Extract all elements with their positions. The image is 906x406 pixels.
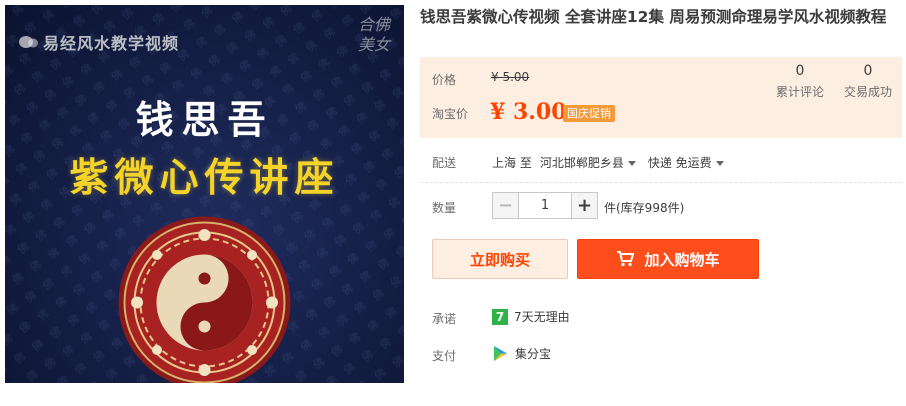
taobao-price-label: 淘宝价	[432, 107, 469, 121]
product-title: 钱思吾紫微心传视频 全套讲座12集 周易预测命理易学风水视频教程	[420, 8, 887, 26]
watermark-text: 易经风水教学视频	[43, 34, 180, 53]
seven-day-icon: 7	[492, 308, 508, 325]
buy-now-button[interactable]: 立即购买	[432, 239, 568, 279]
delivery-destination-select[interactable]: 河北邯郸肥乡县	[540, 154, 636, 171]
shipping-select[interactable]: 快递 免运费	[648, 154, 724, 171]
current-price: ¥ 3.00	[490, 99, 567, 125]
jifenbao-icon	[494, 346, 507, 361]
payment-label: 支付	[432, 349, 457, 363]
delivery-from: 上海 至	[492, 156, 532, 170]
reviews-stat[interactable]: 0 累计评论	[775, 63, 825, 100]
add-to-cart-button[interactable]: 加入购物车	[577, 239, 759, 279]
delivery-label: 配送	[432, 156, 457, 170]
product-image[interactable]: 佛 易经风水教学视频 合佛美女 钱思吾 紫微心传讲座	[5, 5, 404, 383]
stock-text: 件(库存998件)	[604, 201, 685, 215]
price-panel: 价格 ¥ 5.00 淘宝价 ¥ 3.00 国庆促销 0 累计评论 0 交易成功	[420, 57, 902, 138]
taiji-icon	[118, 216, 291, 383]
quantity-increase-button[interactable]: +	[571, 193, 597, 218]
watermark-logo: 易经风水教学视频	[19, 30, 179, 54]
payment-method: 集分宝	[515, 347, 552, 361]
promise-text: 7天无理由	[514, 310, 570, 324]
deals-count: 0	[863, 63, 873, 79]
poster-title: 紫微心传讲座	[69, 155, 340, 201]
quantity-input[interactable]	[519, 193, 571, 218]
chevron-down-icon	[715, 161, 724, 166]
deals-label: 交易成功	[843, 85, 892, 99]
chevron-down-icon	[627, 161, 636, 166]
delivery-destination: 河北邯郸肥乡县	[539, 156, 624, 170]
delivery-row: 上海 至 河北邯郸肥乡县 快递 免运费	[492, 154, 724, 171]
payment-item[interactable]: 集分宝	[492, 345, 551, 362]
price-label: 价格	[432, 73, 457, 87]
add-to-cart-label: 加入购物车	[644, 250, 720, 269]
promo-badge[interactable]: 国庆促销	[563, 105, 615, 122]
cart-icon	[617, 251, 635, 267]
promise-item[interactable]: 7 7天无理由	[492, 308, 570, 325]
quantity-stepper: − +	[492, 192, 598, 219]
quantity-label: 数量	[432, 201, 457, 215]
original-price: ¥ 5.00	[491, 70, 530, 84]
deals-stat: 0 交易成功	[840, 63, 896, 100]
divider	[420, 182, 902, 183]
quantity-decrease-button[interactable]: −	[493, 193, 519, 218]
reviews-count: 0	[795, 63, 805, 79]
watermark-icon	[19, 36, 38, 48]
poster-name: 钱思吾	[135, 97, 274, 142]
reviews-label: 累计评论	[775, 85, 824, 99]
shipping-method: 快递 免运费	[647, 156, 712, 170]
seal-text: 合佛美女	[357, 15, 390, 54]
promise-label: 承诺	[432, 312, 457, 326]
